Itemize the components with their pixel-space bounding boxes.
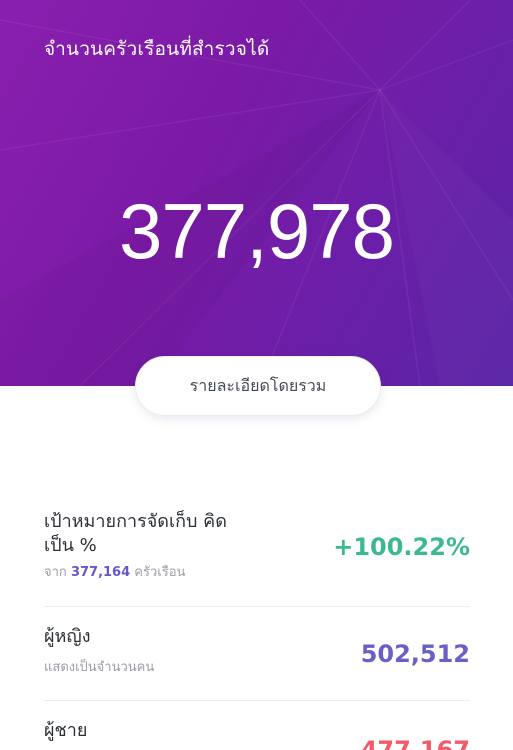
stat-row-target-percent: เป้าหมายการจัดเก็บ คิด เป็น % จาก 377,16…	[44, 508, 470, 607]
female-count-value: 502,512	[360, 640, 470, 668]
stat-label-line-2: เป็น %	[44, 535, 97, 556]
male-count-value: 477,167	[360, 736, 470, 750]
stat-label: ผู้หญิง	[44, 626, 91, 647]
stat-label-line-1: เป้าหมายการจัดเก็บ คิด	[44, 511, 227, 532]
hero-title: จำนวนครัวเรือนที่สำรวจได้	[44, 38, 270, 60]
stat-subtext: จาก 377,164 ครัวเรือน	[44, 564, 185, 582]
stat-sub-suffix: ครัวเรือน	[134, 565, 186, 580]
household-count: 377,978	[119, 187, 395, 275]
target-percent-value: +100.22%	[333, 533, 470, 561]
stat-row-male: ผู้ชาย 477,167	[44, 701, 470, 750]
stat-label: เป้าหมายการจัดเก็บ คิด เป็น %	[44, 510, 227, 558]
hero-banner: จำนวนครัวเรือนที่สำรวจได้ 377,978	[0, 0, 513, 386]
stat-label: ผู้ชาย	[44, 720, 88, 741]
stats-list: เป้าหมายการจัดเก็บ คิด เป็น % จาก 377,16…	[44, 508, 470, 750]
overall-details-button[interactable]: รายละเอียดโดยรวม	[135, 356, 381, 416]
target-household-count: 377,164	[70, 565, 131, 580]
stat-subtext: แสดงเป็นจำนวนคน	[44, 660, 155, 675]
stat-sub-prefix: จาก	[44, 565, 67, 580]
survey-summary-card: จำนวนครัวเรือนที่สำรวจได้ 377,978 รายละเ…	[0, 0, 513, 750]
stat-row-female: ผู้หญิง แสดงเป็นจำนวนคน 502,512	[44, 607, 470, 701]
